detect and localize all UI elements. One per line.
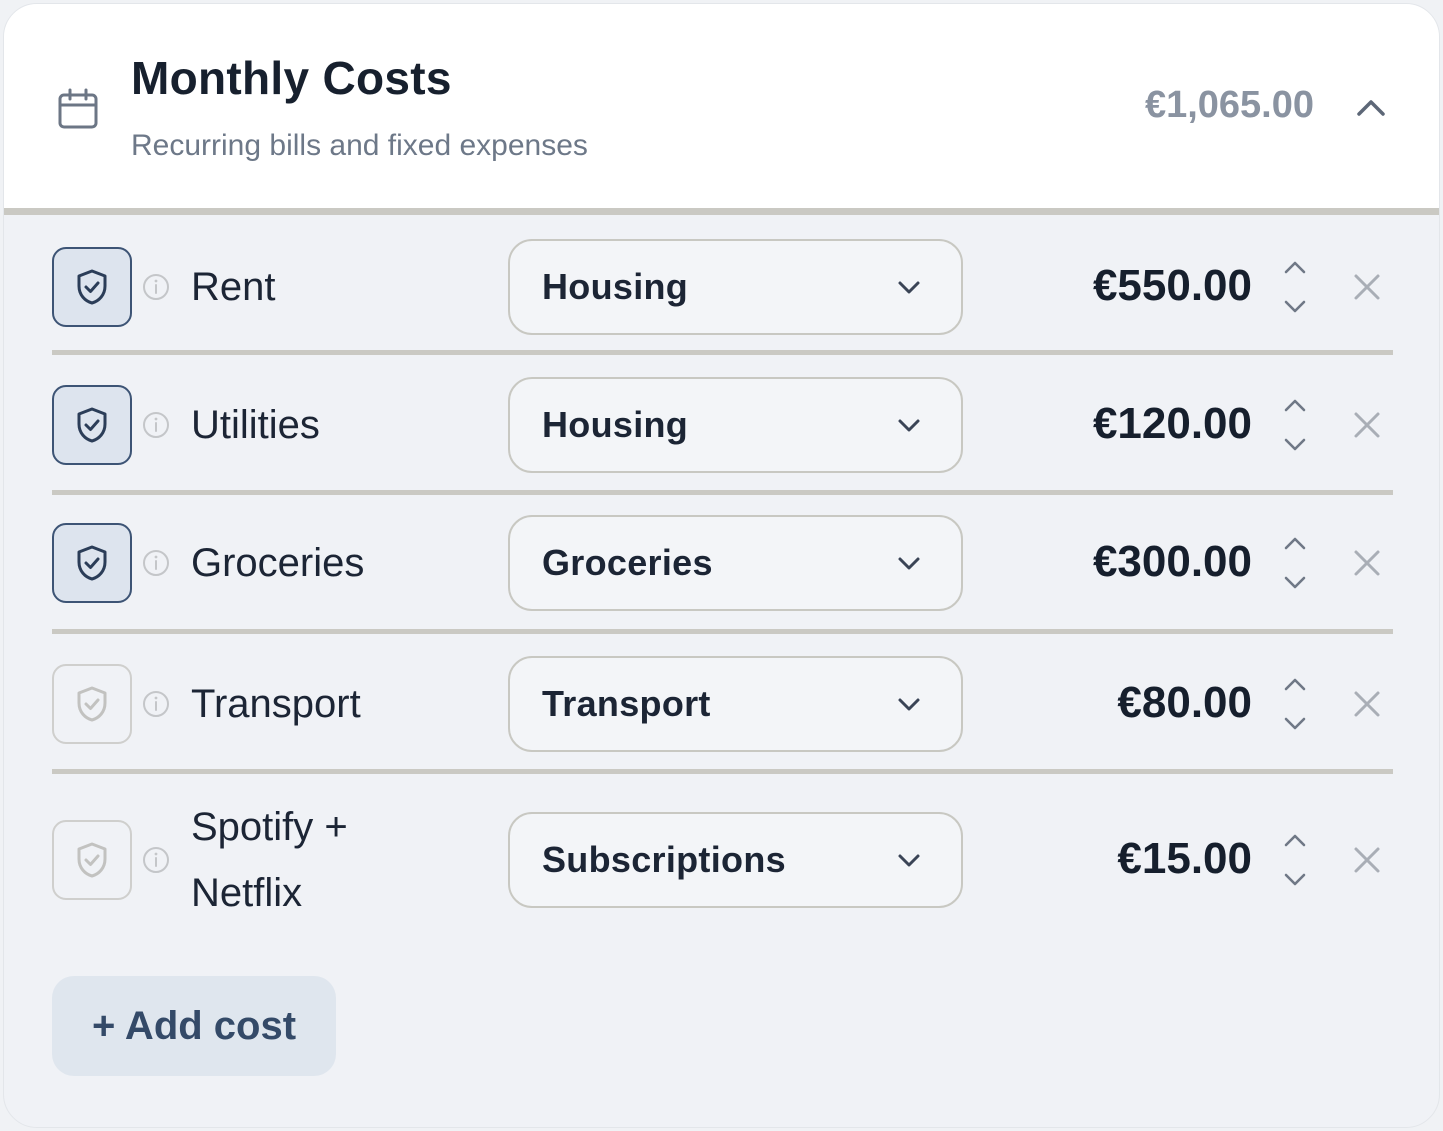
category-value: Transport [542, 683, 711, 724]
category-value: Housing [542, 404, 689, 445]
total-amount: €1,065.00 [1144, 84, 1314, 126]
close-icon[interactable] [1347, 684, 1387, 724]
info-icon[interactable] [142, 690, 170, 718]
row-divider [52, 629, 1393, 634]
category-value: Housing [542, 266, 689, 307]
step-down-icon[interactable] [1277, 569, 1313, 595]
step-down-icon[interactable] [1277, 431, 1313, 457]
category-select[interactable]: Housing [508, 377, 963, 473]
step-up-icon[interactable] [1277, 531, 1313, 557]
page-subtitle: Recurring bills and fixed expenses [131, 129, 588, 162]
step-up-icon[interactable] [1277, 393, 1313, 419]
shield-check-icon [77, 269, 107, 305]
category-value: Subscriptions [542, 839, 786, 880]
amount-stepper [1277, 828, 1313, 892]
amount-stepper [1277, 255, 1313, 319]
cost-name[interactable]: Groceries [191, 530, 491, 596]
chevron-up-icon[interactable] [1353, 92, 1389, 122]
cost-name[interactable]: Utilities [191, 392, 491, 458]
category-select[interactable]: Groceries [508, 515, 963, 611]
page-title: Monthly Costs [131, 52, 452, 104]
protect-toggle-button[interactable] [52, 247, 132, 327]
step-up-icon[interactable] [1277, 828, 1313, 854]
row-divider [52, 490, 1393, 495]
shield-check-icon [77, 686, 107, 722]
protect-toggle-button[interactable] [52, 664, 132, 744]
step-down-icon[interactable] [1277, 866, 1313, 892]
card-header[interactable]: Monthly Costs Recurring bills and fixed … [4, 4, 1439, 215]
protect-toggle-button[interactable] [52, 820, 132, 900]
amount-stepper [1277, 531, 1313, 595]
protect-toggle-button[interactable] [52, 523, 132, 603]
info-icon[interactable] [142, 411, 170, 439]
shield-check-icon [77, 407, 107, 443]
category-select[interactable]: Transport [508, 656, 963, 752]
category-select[interactable]: Housing [508, 239, 963, 335]
close-icon[interactable] [1347, 543, 1387, 583]
step-down-icon[interactable] [1277, 710, 1313, 736]
cost-amount[interactable]: €550.00 [1093, 261, 1252, 311]
cost-amount[interactable]: €120.00 [1093, 399, 1252, 449]
chevron-down-icon [895, 275, 923, 299]
category-select[interactable]: Subscriptions [508, 812, 963, 908]
step-up-icon[interactable] [1277, 672, 1313, 698]
shield-check-icon [77, 545, 107, 581]
step-up-icon[interactable] [1277, 255, 1313, 281]
row-divider [52, 350, 1393, 355]
protect-toggle-button[interactable] [52, 385, 132, 465]
cost-name[interactable]: Rent [191, 254, 491, 320]
step-down-icon[interactable] [1277, 293, 1313, 319]
shield-check-icon [77, 842, 107, 878]
info-icon[interactable] [142, 846, 170, 874]
add-cost-button[interactable]: + Add cost [52, 976, 336, 1076]
cost-amount[interactable]: €80.00 [1117, 678, 1252, 728]
info-icon[interactable] [142, 273, 170, 301]
calendar-icon [58, 88, 98, 129]
chevron-down-icon [895, 692, 923, 716]
close-icon[interactable] [1347, 405, 1387, 445]
cost-name[interactable]: Transport [191, 671, 491, 737]
amount-stepper [1277, 393, 1313, 457]
amount-stepper [1277, 672, 1313, 736]
close-icon[interactable] [1347, 267, 1387, 307]
row-divider [52, 769, 1393, 774]
cost-name[interactable]: Spotify + Netflix [191, 794, 391, 926]
cost-amount[interactable]: €15.00 [1117, 834, 1252, 884]
cost-amount[interactable]: €300.00 [1093, 537, 1252, 587]
info-icon[interactable] [142, 549, 170, 577]
close-icon[interactable] [1347, 840, 1387, 880]
monthly-costs-card: Monthly Costs Recurring bills and fixed … [3, 3, 1440, 1128]
chevron-down-icon [895, 848, 923, 872]
chevron-down-icon [895, 413, 923, 437]
chevron-down-icon [895, 551, 923, 575]
category-value: Groceries [542, 542, 713, 583]
